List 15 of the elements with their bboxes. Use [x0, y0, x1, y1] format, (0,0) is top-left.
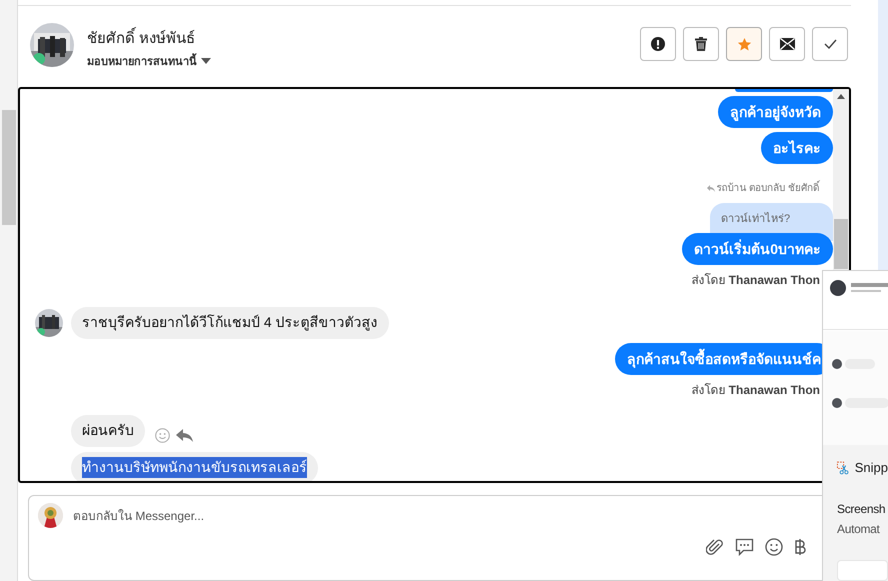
- sent-by-label: ส่งโดย Thanawan Thon: [691, 382, 820, 399]
- sent-by-label: ส่งโดย Thanawan Thon: [691, 272, 820, 289]
- message-bubble: ลูกค้าอยู่จังหวัด: [718, 96, 833, 128]
- assign-dropdown[interactable]: มอบหมายการสนทนานี้: [87, 54, 211, 70]
- reply-field[interactable]: ตอบกลับใน Messenger...: [73, 506, 773, 525]
- message-bubble: ทำงานบริษัทพนักงานขับรถเทรลเลอร์: [71, 452, 318, 481]
- notification-text: Automat: [837, 520, 881, 538]
- message-bubble: ผ่อนครับ: [71, 414, 145, 447]
- notification-title: Screensh: [837, 500, 886, 518]
- contact-name: ชัยศักดิ์ หงษ์พันธ์: [87, 28, 211, 50]
- app-name: Snipp: [854, 459, 888, 477]
- reply-note: รถบ้าน ตอบกลับ ชัยศักดิ์: [707, 180, 819, 196]
- message-bubble: ราชบุรีครับอยากได้วีโก้แชมป์ 4 ประตูสีขาวตัวสูง: [71, 306, 389, 339]
- message-bubble: ดาวน์เริ่มต้น0บาทคะ: [682, 232, 833, 265]
- message-bubble: อะไรคะ: [761, 132, 833, 164]
